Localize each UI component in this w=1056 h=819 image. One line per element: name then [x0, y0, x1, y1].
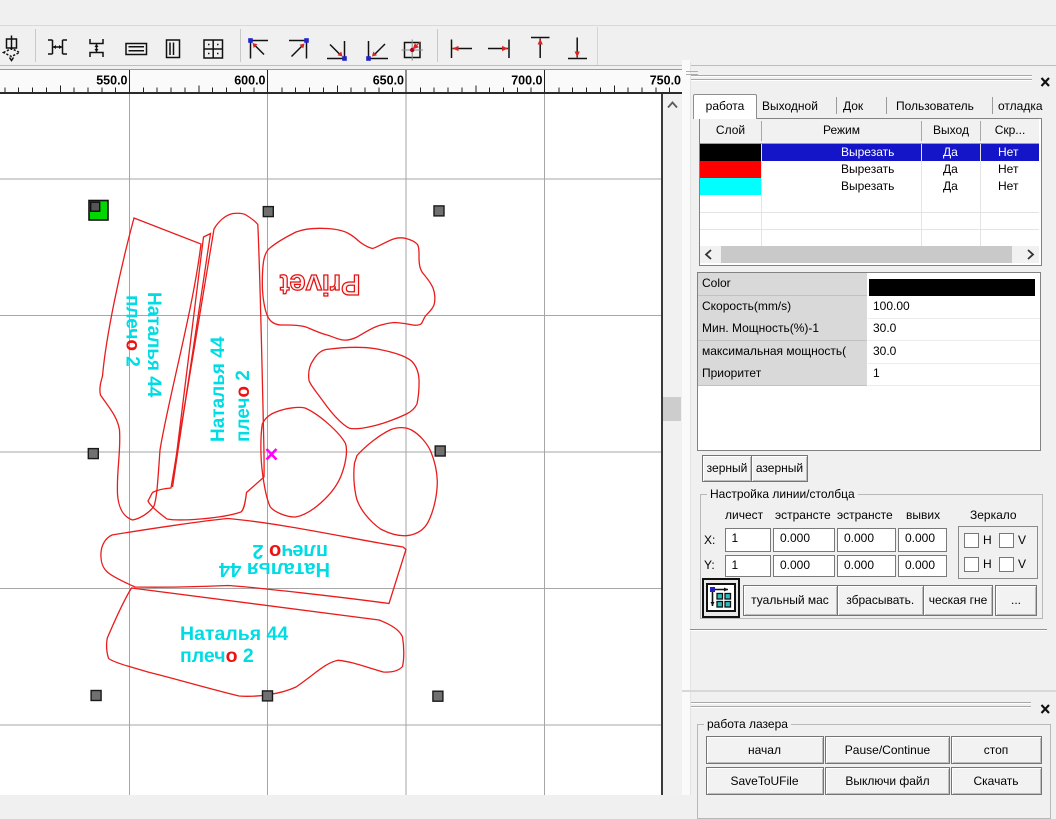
- svg-text:плечо 2: плечо 2: [180, 645, 254, 667]
- svg-text:Privet: Privet: [280, 268, 361, 300]
- svg-text:плечо 2: плечо 2: [252, 540, 328, 562]
- svg-text:Наталья 44: Наталья 44: [208, 336, 229, 442]
- svg-text:Наталья 44: Наталья 44: [180, 623, 288, 645]
- svg-text:плечо 2: плечо 2: [122, 295, 143, 367]
- svg-text:Наталья 44: Наталья 44: [143, 292, 164, 398]
- svg-text:плечо 2: плечо 2: [233, 370, 254, 442]
